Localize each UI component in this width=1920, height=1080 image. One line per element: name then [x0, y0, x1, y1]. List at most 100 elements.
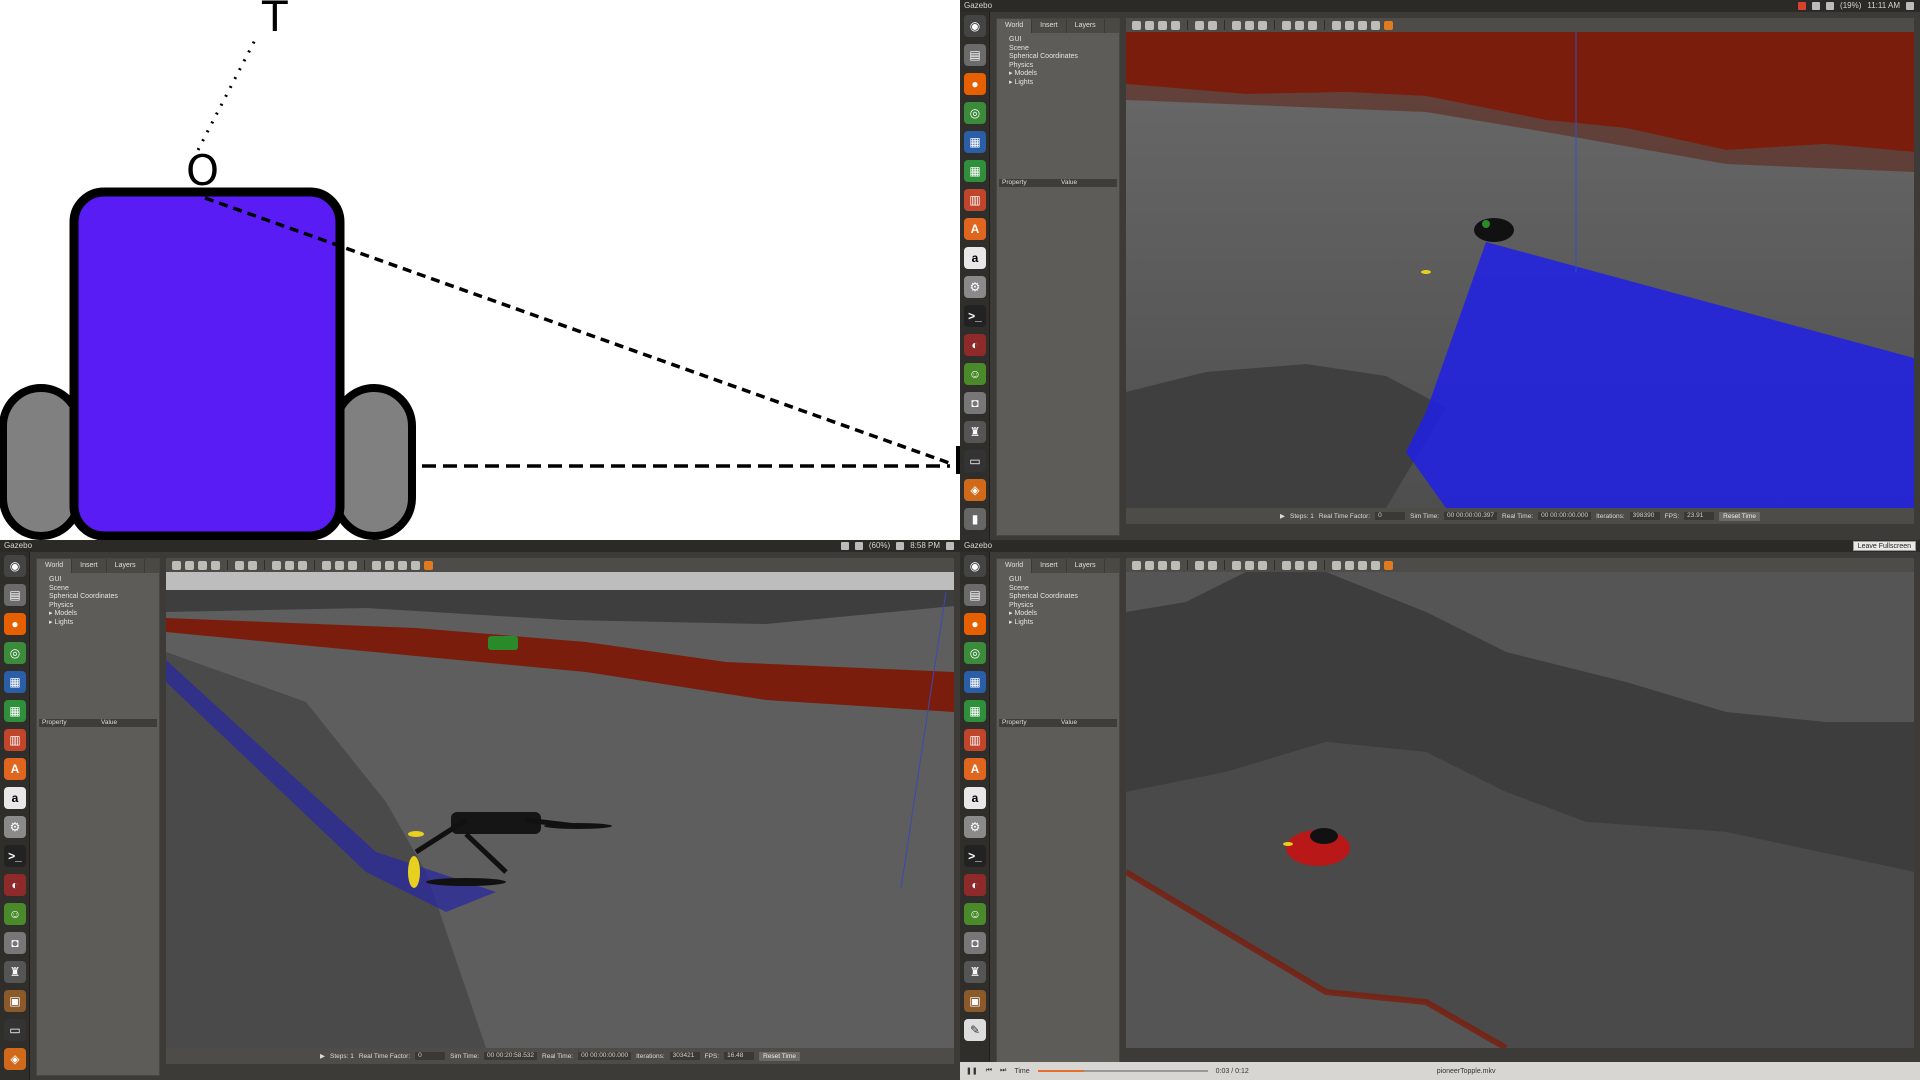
terminal-icon[interactable]: >_ [964, 305, 986, 327]
tab-insert[interactable]: Insert [1032, 559, 1067, 573]
archive-icon[interactable]: ◈ [964, 479, 986, 501]
record-icon[interactable] [424, 560, 433, 570]
terminal-icon[interactable]: >_ [964, 845, 986, 867]
point-light-icon[interactable] [322, 560, 331, 570]
alert-icon[interactable] [1798, 2, 1807, 10]
copy-icon[interactable] [1332, 560, 1341, 570]
skip-back-icon[interactable]: ⏮ [986, 1067, 992, 1075]
align-icon[interactable] [1358, 560, 1367, 570]
leave-fullscreen-button[interactable]: Leave Fullscreen [1852, 541, 1916, 551]
reset-time-button[interactable]: Reset Time [759, 1051, 800, 1061]
3d-viewport[interactable] [166, 572, 954, 1048]
settings-gear-icon[interactable]: ⚙ [964, 816, 986, 838]
firefox-icon[interactable]: ● [964, 613, 986, 635]
directional-light-icon[interactable] [1308, 20, 1317, 30]
files-icon[interactable]: ▤ [964, 584, 986, 606]
spot-light-icon[interactable] [1295, 560, 1304, 570]
undo-icon[interactable] [235, 560, 244, 570]
robot-app-icon[interactable]: ♜ [4, 961, 26, 983]
gazebo-app-icon[interactable]: ◐ [4, 874, 26, 896]
amazon-icon[interactable]: a [4, 787, 26, 809]
rotate-tool-icon[interactable] [198, 560, 207, 570]
tree-item-scene[interactable]: Scene [49, 585, 159, 594]
writer-icon[interactable]: ▦ [4, 671, 26, 693]
tree-item-models[interactable]: ▸ Models [49, 610, 159, 619]
tree-item-physics[interactable]: Physics [49, 602, 159, 611]
app-icon-green[interactable]: ☺ [4, 903, 26, 925]
chrome-icon[interactable]: ◎ [964, 642, 986, 664]
keyboard-icon[interactable] [854, 542, 863, 550]
tree-item-gui[interactable]: GUI [1009, 36, 1119, 45]
redo-icon[interactable] [248, 560, 257, 570]
select-tool-icon[interactable] [172, 560, 181, 570]
tree-item-lights[interactable]: ▸ Lights [1009, 619, 1119, 628]
writer-icon[interactable]: ▦ [964, 671, 986, 693]
tab-layers[interactable]: Layers [1067, 559, 1105, 573]
files-icon[interactable]: ▤ [4, 584, 26, 606]
scale-tool-icon[interactable] [1171, 560, 1180, 570]
impress-icon[interactable]: ▥ [4, 729, 26, 751]
paste-icon[interactable] [385, 560, 394, 570]
sphere-shape-icon[interactable] [1245, 560, 1254, 570]
cylinder-shape-icon[interactable] [1258, 20, 1267, 30]
spot-light-icon[interactable] [1295, 20, 1304, 30]
text-editor-icon[interactable]: ✎ [964, 1019, 986, 1041]
rotate-tool-icon[interactable] [1158, 20, 1167, 30]
terminal-icon[interactable]: >_ [4, 845, 26, 867]
battery-level[interactable]: (60%) [869, 540, 890, 552]
record-icon[interactable] [1384, 560, 1393, 570]
copy-icon[interactable] [1332, 20, 1341, 30]
writer-icon[interactable]: ▦ [964, 131, 986, 153]
undo-icon[interactable] [1195, 560, 1204, 570]
undo-icon[interactable] [1195, 20, 1204, 30]
redo-icon[interactable] [1208, 560, 1217, 570]
3d-viewport[interactable] [1126, 572, 1914, 1048]
calc-icon[interactable]: ▦ [964, 160, 986, 182]
gazebo-app-icon[interactable]: ◐ [964, 334, 986, 356]
tree-item-scene[interactable]: Scene [1009, 585, 1119, 594]
tree-item-spherical[interactable]: Spherical Coordinates [49, 593, 159, 602]
sphere-shape-icon[interactable] [1245, 20, 1254, 30]
tab-world[interactable]: World [997, 19, 1033, 33]
tab-layers[interactable]: Layers [1067, 19, 1105, 33]
sphere-shape-icon[interactable] [285, 560, 294, 570]
tree-item-gui[interactable]: GUI [49, 576, 159, 585]
paste-icon[interactable] [1345, 560, 1354, 570]
trash-icon[interactable]: ▮ [964, 508, 986, 530]
calc-icon[interactable]: ▦ [964, 700, 986, 722]
rotate-tool-icon[interactable] [1158, 560, 1167, 570]
keyboard-icon[interactable] [1826, 2, 1835, 10]
tree-item-scene[interactable]: Scene [1009, 45, 1119, 54]
wifi-icon[interactable] [1812, 2, 1821, 10]
box-shape-icon[interactable] [1232, 20, 1241, 30]
spot-light-icon[interactable] [335, 560, 344, 570]
software-center-icon[interactable]: A [964, 218, 986, 240]
select-tool-icon[interactable] [1132, 560, 1141, 570]
point-light-icon[interactable] [1282, 20, 1291, 30]
app-icon-green[interactable]: ☺ [964, 363, 986, 385]
snap-icon[interactable] [411, 560, 420, 570]
snap-icon[interactable] [1371, 20, 1380, 30]
clock[interactable]: 11:11 AM [1867, 0, 1900, 12]
dash-icon[interactable]: ◉ [4, 555, 26, 577]
app-icon-green[interactable]: ☺ [964, 903, 986, 925]
settings-gear-icon[interactable]: ⚙ [964, 276, 986, 298]
tab-insert[interactable]: Insert [72, 559, 107, 573]
settings-gear-icon[interactable]: ⚙ [4, 816, 26, 838]
skip-forward-icon[interactable]: ⏭ [1000, 1067, 1006, 1075]
calc-icon[interactable]: ▦ [4, 700, 26, 722]
firefox-icon[interactable]: ● [4, 613, 26, 635]
software-center-icon[interactable]: A [964, 758, 986, 780]
files-icon[interactable]: ▤ [964, 44, 986, 66]
pioneer-robot-green[interactable] [488, 636, 518, 650]
tab-world[interactable]: World [37, 559, 73, 573]
wifi-icon[interactable] [840, 542, 849, 550]
chrome-icon[interactable]: ◎ [964, 102, 986, 124]
power-icon[interactable] [946, 542, 954, 550]
power-icon[interactable] [1906, 2, 1914, 10]
video-seek-bar[interactable] [1037, 1070, 1208, 1072]
tree-item-spherical[interactable]: Spherical Coordinates [1009, 53, 1119, 62]
translate-tool-icon[interactable] [1145, 20, 1154, 30]
impress-icon[interactable]: ▥ [964, 189, 986, 211]
pioneer-robot[interactable] [1474, 218, 1514, 242]
